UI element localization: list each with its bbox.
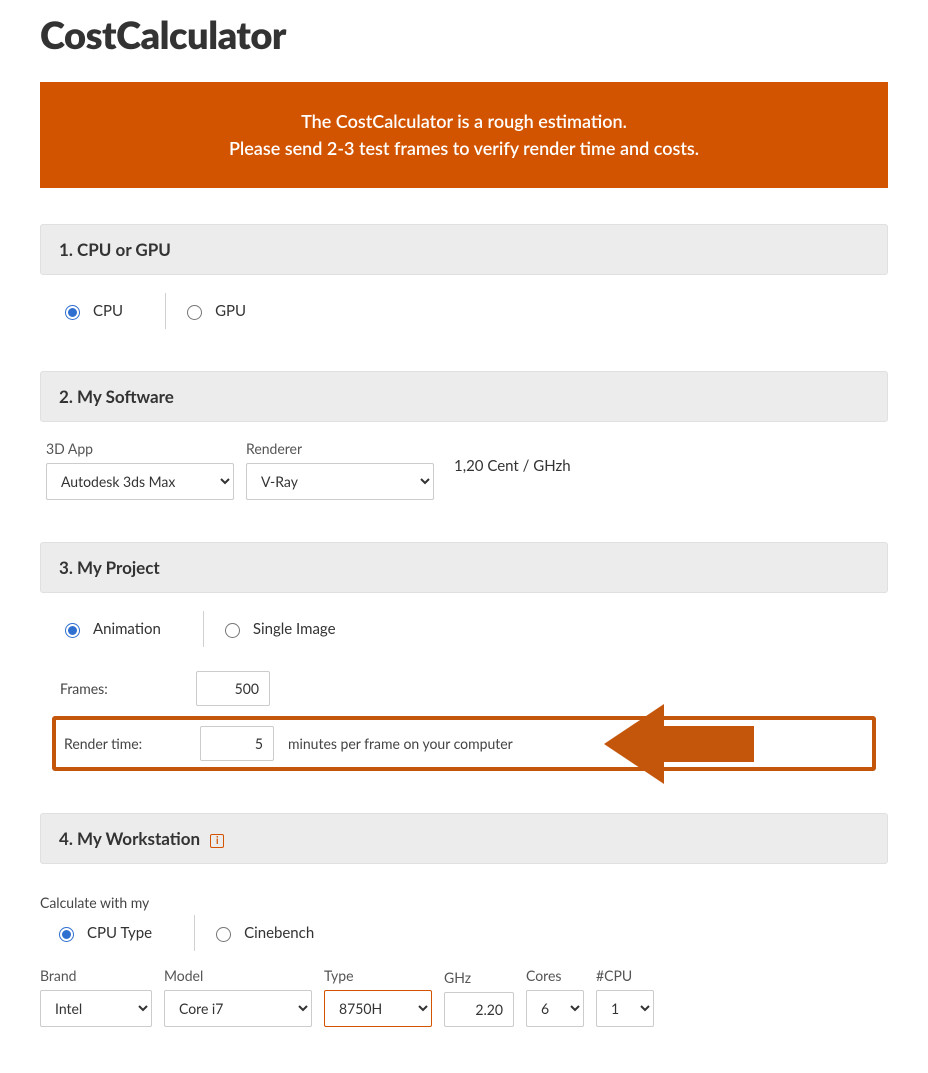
type-label: Type xyxy=(324,967,432,984)
renderer-label: Renderer xyxy=(246,440,434,457)
model-select[interactable]: Core i7 xyxy=(164,990,312,1027)
radio-cinebench-label: Cinebench xyxy=(244,924,314,942)
calculate-label: Calculate with my xyxy=(40,882,882,915)
radio-gpu-input[interactable] xyxy=(187,305,202,320)
radio-animation-input[interactable] xyxy=(65,623,80,638)
info-banner: The CostCalculator is a rough estimation… xyxy=(40,82,888,188)
ghz-label: GHz xyxy=(444,969,514,986)
radio-cpu-label: CPU xyxy=(93,302,123,320)
separator xyxy=(165,293,166,329)
brand-select[interactable]: Intel xyxy=(40,990,152,1027)
radio-single-image-input[interactable] xyxy=(225,623,240,638)
render-time-input[interactable] xyxy=(200,726,274,761)
section-1-header: 1. CPU or GPU xyxy=(40,224,888,275)
radio-single-image[interactable]: Single Image xyxy=(220,614,362,644)
model-label: Model xyxy=(164,967,312,984)
ncpu-label: #CPU xyxy=(596,967,654,984)
cores-select[interactable]: 6 xyxy=(526,990,584,1027)
radio-gpu-label: GPU xyxy=(215,302,246,320)
brand-label: Brand xyxy=(40,967,152,984)
radio-animation-label: Animation xyxy=(93,620,161,638)
price-text: 1,20 Cent / GHzh xyxy=(454,457,571,483)
app-label: 3D App xyxy=(46,440,234,457)
type-select[interactable]: 8750H xyxy=(324,990,432,1027)
section-3-header: 3. My Project xyxy=(40,542,888,593)
radio-cpu[interactable]: CPU xyxy=(60,296,149,326)
app-select[interactable]: Autodesk 3ds Max xyxy=(46,463,234,500)
banner-line1: The CostCalculator is a rough estimation… xyxy=(301,110,627,132)
ncpu-select[interactable]: 1 xyxy=(596,990,654,1027)
cores-label: Cores xyxy=(526,967,584,984)
separator xyxy=(203,611,204,647)
radio-single-image-label: Single Image xyxy=(253,620,336,638)
separator xyxy=(194,915,195,951)
page-title: CostCalculator xyxy=(40,12,888,58)
frames-label: Frames: xyxy=(52,680,182,697)
radio-animation[interactable]: Animation xyxy=(60,614,187,644)
radio-cpu-type-input[interactable] xyxy=(59,927,74,942)
radio-cinebench[interactable]: Cinebench xyxy=(211,918,340,948)
ghz-input[interactable] xyxy=(444,992,514,1027)
section-2-header: 2. My Software xyxy=(40,371,888,422)
render-time-after: minutes per frame on your computer xyxy=(288,735,513,752)
renderer-select[interactable]: V-Ray xyxy=(246,463,434,500)
radio-cpu-type[interactable]: CPU Type xyxy=(54,918,178,948)
radio-gpu[interactable]: GPU xyxy=(182,296,272,326)
arrow-icon xyxy=(604,704,754,784)
section-4-header: 4. My Workstation i xyxy=(40,813,888,864)
render-time-highlight: Render time: minutes per frame on your c… xyxy=(52,716,876,771)
info-icon[interactable]: i xyxy=(210,834,224,848)
section-4-heading-text: 4. My Workstation xyxy=(59,828,200,849)
frames-input[interactable] xyxy=(196,671,270,706)
radio-cinebench-input[interactable] xyxy=(216,927,231,942)
radio-cpu-input[interactable] xyxy=(65,305,80,320)
banner-line2: Please send 2-3 test frames to verify re… xyxy=(229,137,699,159)
radio-cpu-type-label: CPU Type xyxy=(87,924,152,942)
render-time-label: Render time: xyxy=(56,735,186,752)
